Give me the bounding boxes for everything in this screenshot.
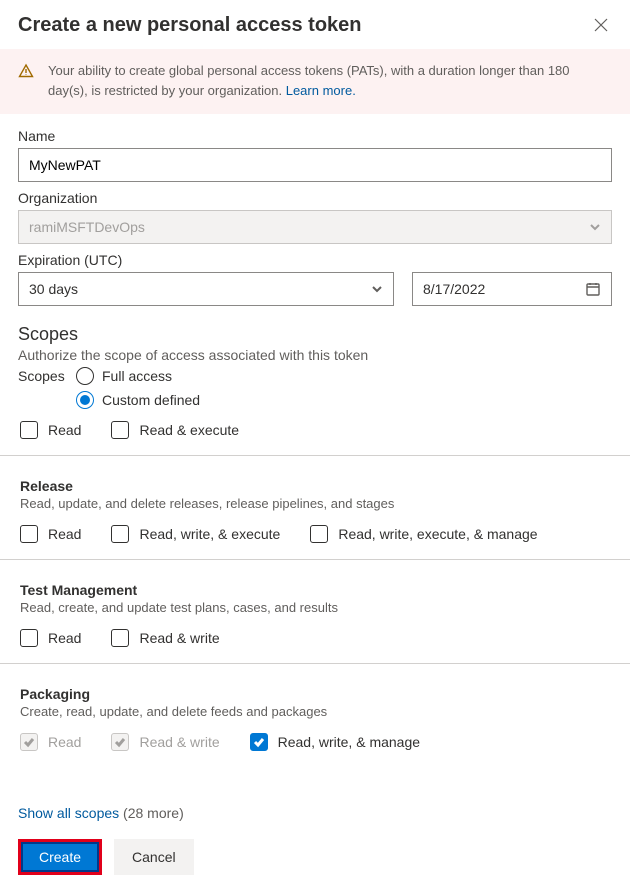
scope-checkbox-row[interactable]: Read [20, 421, 81, 439]
scope-checkbox [20, 733, 38, 751]
scopes-scroll-area[interactable]: Read Read & execute Release Read, update,… [0, 421, 630, 789]
full-access-label: Full access [102, 368, 172, 384]
scope-checkbox[interactable] [111, 421, 129, 439]
warning-banner: Your ability to create global personal a… [0, 49, 630, 114]
dialog-title: Create a new personal access token [18, 14, 362, 37]
scope-checkbox[interactable] [111, 629, 129, 647]
checkmark-icon [114, 736, 126, 748]
show-all-scopes-count: (28 more) [119, 805, 184, 821]
checkmark-icon [23, 736, 35, 748]
scope-checkbox-label: Read, write, execute, & manage [338, 526, 537, 542]
scope-checkbox[interactable] [20, 525, 38, 543]
scope-checkbox-label: Read & execute [139, 422, 239, 438]
name-input[interactable] [18, 148, 612, 182]
chevron-down-icon [371, 283, 383, 295]
scope-group-title: Test Management [20, 582, 610, 598]
custom-defined-label: Custom defined [102, 392, 200, 408]
organization-dropdown[interactable]: ramiMSFTDevOps [18, 210, 612, 244]
scope-checkbox [111, 733, 129, 751]
scope-checkbox-row: Read & write [111, 733, 219, 751]
name-label: Name [18, 128, 612, 144]
expiration-date-input[interactable]: 8/17/2022 [412, 272, 612, 306]
expiration-label: Expiration (UTC) [18, 252, 612, 268]
show-all-scopes-link[interactable]: Show all scopes [18, 805, 119, 821]
calendar-icon [585, 281, 601, 297]
scope-checkbox-row[interactable]: Read, write, execute, & manage [310, 525, 537, 543]
close-icon [592, 16, 610, 34]
checkmark-icon [253, 736, 265, 748]
cancel-button[interactable]: Cancel [114, 839, 194, 875]
scope-group-description: Create, read, update, and delete feeds a… [20, 704, 610, 719]
scope-group-description: Read, create, and update test plans, cas… [20, 600, 610, 615]
custom-defined-radio[interactable] [76, 391, 94, 409]
scope-checkbox-row[interactable]: Read & execute [111, 421, 239, 439]
warning-learn-more-link[interactable]: Learn more. [286, 83, 356, 98]
scope-checkbox-row[interactable]: Read [20, 525, 81, 543]
scope-checkbox-row: Read [20, 733, 81, 751]
scope-checkbox[interactable] [111, 525, 129, 543]
create-button[interactable]: Create [18, 839, 102, 875]
scope-checkbox-row[interactable]: Read & write [111, 629, 219, 647]
organization-value: ramiMSFTDevOps [29, 219, 145, 235]
scope-checkbox[interactable] [20, 629, 38, 647]
scopes-label: Scopes [18, 368, 68, 384]
expiration-date-value: 8/17/2022 [423, 281, 485, 297]
scopes-heading: Scopes [18, 324, 612, 345]
scope-checkbox[interactable] [310, 525, 328, 543]
scope-checkbox-label: Read, write, & execute [139, 526, 280, 542]
scope-group: Packaging Create, read, update, and delet… [0, 686, 630, 767]
full-access-radio[interactable] [76, 367, 94, 385]
organization-label: Organization [18, 190, 612, 206]
expiration-dropdown[interactable]: 30 days [18, 272, 394, 306]
scope-checkbox-row[interactable]: Read [20, 629, 81, 647]
scope-checkbox[interactable] [20, 421, 38, 439]
chevron-down-icon [589, 221, 601, 233]
scope-checkbox-row[interactable]: Read, write, & manage [250, 733, 420, 751]
scope-checkbox-label: Read [48, 422, 81, 438]
scope-checkbox-row[interactable]: Read, write, & execute [111, 525, 280, 543]
scope-checkbox[interactable] [250, 733, 268, 751]
scope-checkbox-label: Read [48, 734, 81, 750]
scope-checkbox-label: Read & write [139, 630, 219, 646]
warning-icon [18, 63, 34, 79]
scope-checkbox-label: Read, write, & manage [278, 734, 420, 750]
scope-checkbox-label: Read & write [139, 734, 219, 750]
scope-group: Test Management Read, create, and update … [0, 582, 630, 664]
scope-group-title: Packaging [20, 686, 610, 702]
scope-group: Release Read, update, and delete releases… [0, 478, 630, 560]
expiration-value: 30 days [29, 281, 78, 297]
scope-group-description: Read, update, and delete releases, relea… [20, 496, 610, 511]
scope-checkbox-label: Read [48, 630, 81, 646]
close-button[interactable] [590, 14, 612, 39]
scope-group-title: Release [20, 478, 610, 494]
scopes-subheading: Authorize the scope of access associated… [18, 347, 612, 363]
scope-checkbox-label: Read [48, 526, 81, 542]
